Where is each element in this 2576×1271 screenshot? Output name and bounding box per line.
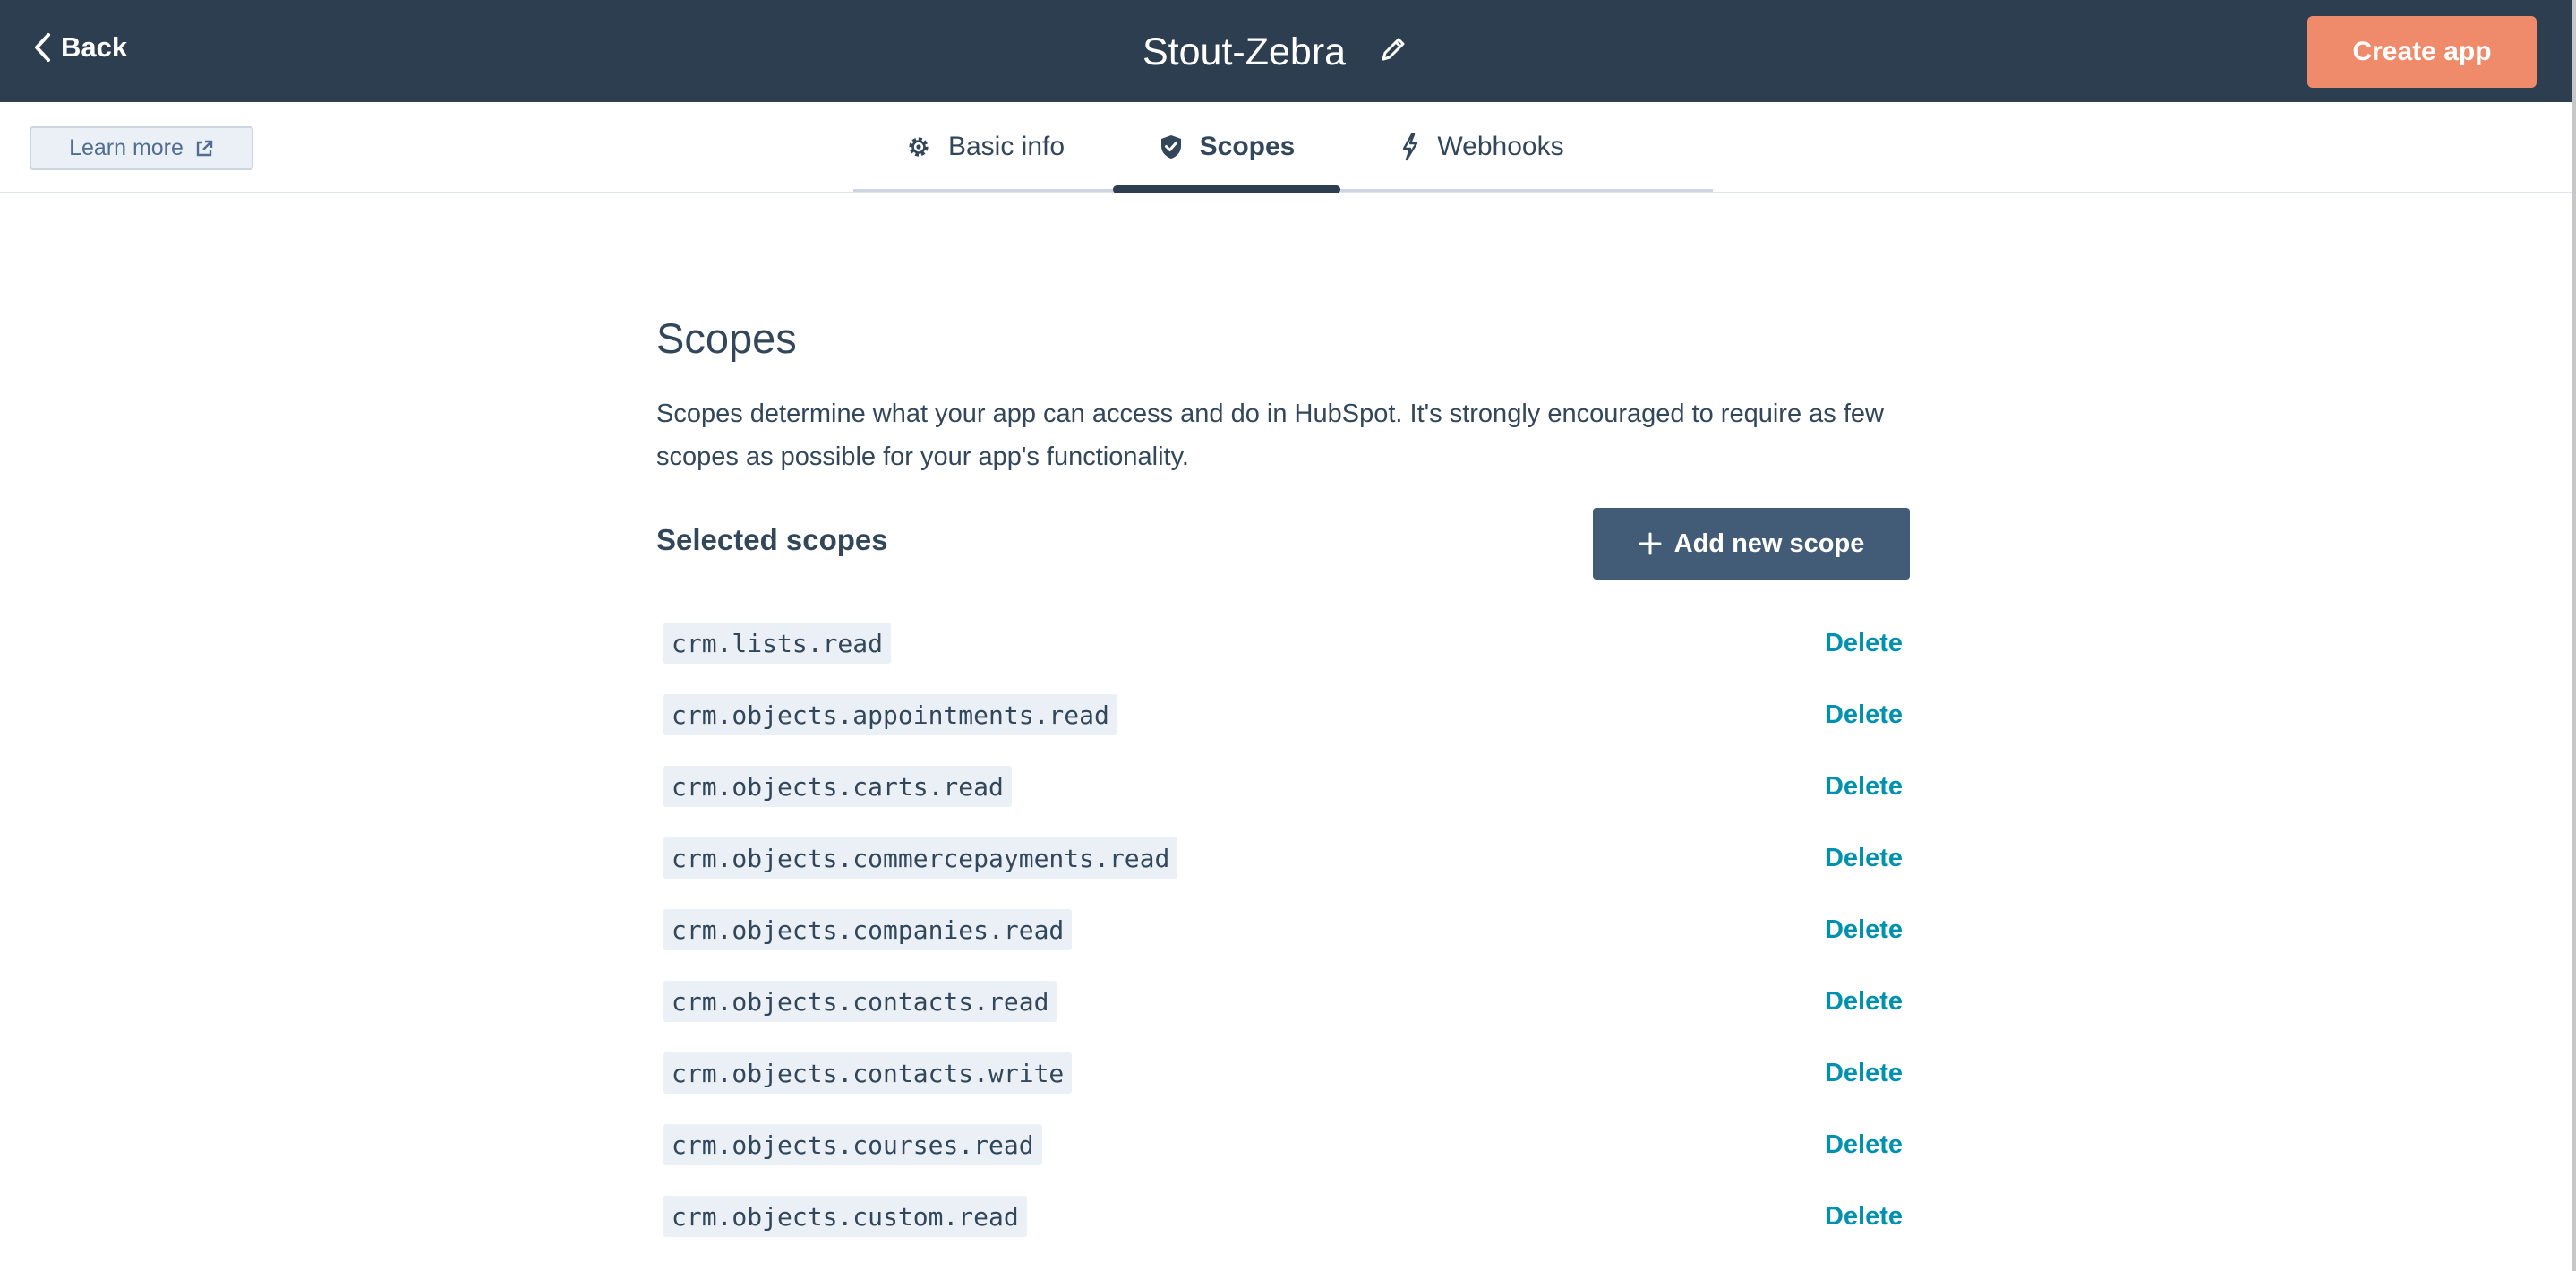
chevron-left-icon [32,32,52,63]
scope-row: crm.objects.commercepayments.read Delete [663,837,1910,879]
tab-scopes[interactable]: Scopes [1113,102,1340,192]
scope-row: crm.objects.custom.read Delete [663,1196,1910,1237]
delete-scope-button[interactable]: Delete [1825,1124,1903,1165]
scope-row: crm.objects.appointments.read Delete [663,694,1910,735]
external-link-icon [194,139,214,159]
scope-row: crm.lists.read Delete [663,623,1910,664]
scopes-description: Scopes determine what your app can acces… [656,399,1884,471]
shield-check-icon [1159,133,1184,160]
scope-row: crm.objects.companies.read Delete [663,909,1910,950]
delete-scope-button[interactable]: Delete [1825,766,1903,807]
add-new-scope-label: Add new scope [1673,528,1865,558]
page-title: Scopes [656,314,797,362]
tab-basic-info[interactable]: Basic info [895,102,1074,192]
pencil-edit-icon[interactable] [1376,32,1410,66]
window-edge [2572,0,2576,1271]
tab-label: Scopes [1199,132,1296,161]
delete-scope-button[interactable]: Delete [1825,1196,1903,1237]
scope-name: crm.lists.read [663,623,892,664]
scope-name: crm.objects.appointments.read [663,694,1117,735]
back-label: Back [61,31,128,63]
scope-name: crm.objects.custom.read [663,1196,1027,1237]
top-navigation-bar: Back Stout-Zebra Create app [0,0,2576,102]
plus-icon [1639,532,1662,555]
scope-row: crm.objects.contacts.read Delete [663,981,1910,1022]
delete-scope-button[interactable]: Delete [1825,837,1903,879]
learn-more-label: Learn more [69,135,184,160]
delete-scope-button[interactable]: Delete [1825,981,1903,1022]
gear-icon [905,133,932,160]
back-button[interactable]: Back [32,27,127,68]
scope-row: crm.objects.courses.read Delete [663,1124,1910,1165]
learn-more-button[interactable]: Learn more [30,126,253,170]
delete-scope-button[interactable]: Delete [1825,1052,1903,1094]
scope-name: crm.objects.carts.read [663,766,1012,807]
delete-scope-button[interactable]: Delete [1825,909,1903,950]
scope-name: crm.objects.contacts.read [663,981,1057,1022]
create-app-button[interactable]: Create app [2307,16,2537,88]
tab-bar: Learn more Basic info Scopes Webhooks [0,102,2576,193]
scope-name: crm.objects.contacts.write [663,1052,1073,1094]
scope-row: crm.objects.carts.read Delete [663,766,1910,807]
delete-scope-button[interactable]: Delete [1825,694,1903,735]
delete-scope-button[interactable]: Delete [1825,623,1903,664]
tab-label: Webhooks [1437,132,1564,161]
scope-name: crm.objects.courses.read [663,1124,1042,1165]
scope-name: crm.objects.commercepayments.read [663,837,1178,879]
tab-webhooks[interactable]: Webhooks [1383,102,1580,192]
scope-name: crm.objects.companies.read [663,909,1073,950]
lightning-icon [1399,133,1421,161]
tab-label: Basic info [947,132,1065,161]
selected-scopes-heading: Selected scopes [656,523,888,556]
scope-row: crm.objects.contacts.write Delete [663,1052,1910,1094]
add-new-scope-button[interactable]: Add new scope [1593,508,1910,580]
app-name-title: Stout-Zebra [1143,30,1347,73]
active-tab-indicator [1113,185,1340,193]
